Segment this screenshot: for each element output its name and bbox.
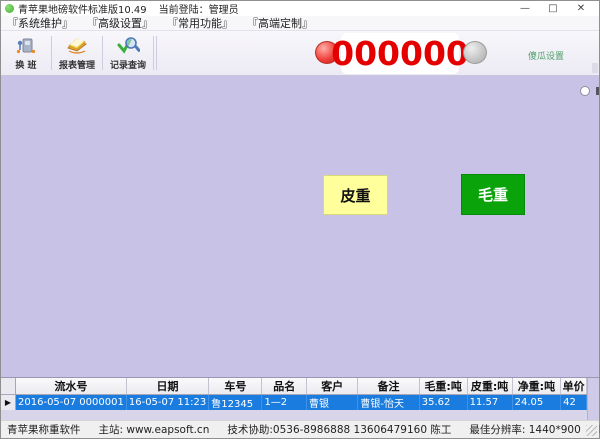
cell-product[interactable]: 1—2 xyxy=(262,395,307,411)
status-support: 技术协助:0536-8986888 13606479160 陈工 xyxy=(227,422,451,437)
report-manage-icon xyxy=(65,34,89,58)
status-bar: 青苹果称重软件 主站: www.eapsoft.cn 技术协助:0536-898… xyxy=(1,420,599,438)
shift-change-icon xyxy=(15,34,37,58)
window-title: 青苹果地磅软件标准版10.49 xyxy=(18,1,147,16)
menu-bar: 『系统维护』 『高级设置』 『常用功能』 『高端定制』 xyxy=(1,16,599,31)
col-price[interactable]: 单价 xyxy=(561,378,587,395)
status-website: 主站: www.eapsoft.cn xyxy=(99,422,210,437)
table-scrollbar[interactable] xyxy=(587,378,599,420)
gross-weight-button[interactable]: 毛重 xyxy=(461,174,525,215)
status-brand: 青苹果称重软件 xyxy=(7,422,81,437)
records-grid-area: 流水号 日期 车号 品名 客户 备注 毛重:吨 皮重:吨 净重:吨 单价 ▶ 2… xyxy=(1,377,599,420)
toolbar-scroll-nub xyxy=(592,63,598,73)
toolbar-separator-double xyxy=(153,36,154,70)
cell-price[interactable]: 42 xyxy=(561,395,587,411)
col-gross[interactable]: 毛重:吨 xyxy=(419,378,467,395)
cell-customer[interactable]: 曹银 xyxy=(307,395,358,411)
app-window: 青苹果地磅软件标准版10.49 当前登陆：管理员 — □ ✕ 『系统维护』 『高… xyxy=(0,0,600,439)
col-serial[interactable]: 流水号 xyxy=(16,378,127,395)
menu-premium-custom[interactable]: 『高端定制』 xyxy=(247,15,313,31)
record-search-icon xyxy=(116,34,140,58)
toolbar-separator xyxy=(51,36,52,70)
weight-value: 000000 xyxy=(331,37,469,70)
shift-change-label: 换 班 xyxy=(15,58,36,71)
row-indicator-arrow: ▶ xyxy=(1,395,16,411)
clipped-edge-text xyxy=(596,87,599,95)
cell-remark[interactable]: 曹银-怡天 xyxy=(358,395,419,411)
shift-change-button[interactable]: 换 班 xyxy=(3,33,49,73)
record-search-button[interactable]: 记录查询 xyxy=(105,33,151,73)
col-customer[interactable]: 客户 xyxy=(307,378,358,395)
status-resolution: 最佳分辨率: 1440*900 xyxy=(469,422,580,437)
menu-advanced-settings[interactable]: 『高级设置』 xyxy=(87,15,153,31)
weight-display: 000000 xyxy=(341,33,459,74)
login-status: 当前登陆：管理员 xyxy=(159,1,239,16)
weight-led-off-indicator xyxy=(463,41,487,64)
menu-common-functions[interactable]: 『常用功能』 xyxy=(167,15,233,31)
toolbar: 换 班 报表管理 xyxy=(1,31,599,76)
col-truck-no[interactable]: 车号 xyxy=(209,378,262,395)
toolbar-separator xyxy=(102,36,103,70)
cell-truck-no[interactable]: 鲁12345 xyxy=(209,395,262,411)
menu-system-maintenance[interactable]: 『系统维护』 xyxy=(7,15,73,31)
toolbar-button-group: 换 班 报表管理 xyxy=(3,33,159,73)
col-product[interactable]: 品名 xyxy=(262,378,307,395)
title-bar: 青苹果地磅软件标准版10.49 当前登陆：管理员 — □ ✕ xyxy=(1,1,599,16)
cell-net[interactable]: 24.05 xyxy=(512,395,561,411)
col-net[interactable]: 净重:吨 xyxy=(512,378,561,395)
resize-grip[interactable] xyxy=(586,425,597,436)
radio-button[interactable] xyxy=(580,86,590,96)
col-tare[interactable]: 皮重:吨 xyxy=(467,378,512,395)
col-remark[interactable]: 备注 xyxy=(358,378,419,395)
minimize-button[interactable]: — xyxy=(511,3,539,14)
indicator-header xyxy=(1,378,16,395)
cell-serial[interactable]: 2016-05-07 0000001 xyxy=(16,395,127,411)
cell-date[interactable]: 16-05-07 11:23 xyxy=(126,395,208,411)
records-table: 流水号 日期 车号 品名 客户 备注 毛重:吨 皮重:吨 净重:吨 单价 ▶ 2… xyxy=(1,378,587,424)
maximize-button[interactable]: □ xyxy=(539,3,567,14)
apple-icon xyxy=(5,4,14,13)
close-button[interactable]: ✕ xyxy=(567,3,595,14)
cell-gross[interactable]: 35.62 xyxy=(419,395,467,411)
table-row[interactable]: ▶ 2016-05-07 0000001 16-05-07 11:23 鲁123… xyxy=(1,395,587,411)
simple-setup-link[interactable]: 傻瓜设置 xyxy=(528,49,564,62)
cell-tare[interactable]: 11.57 xyxy=(467,395,512,411)
report-manage-button[interactable]: 报表管理 xyxy=(54,33,100,73)
tare-weight-button[interactable]: 皮重 xyxy=(323,175,388,215)
table-header-row: 流水号 日期 车号 品名 客户 备注 毛重:吨 皮重:吨 净重:吨 单价 xyxy=(1,378,587,395)
report-manage-label: 报表管理 xyxy=(59,58,95,71)
col-date[interactable]: 日期 xyxy=(126,378,208,395)
record-search-label: 记录查询 xyxy=(110,58,146,71)
main-area: 皮重 毛重 xyxy=(1,76,599,377)
